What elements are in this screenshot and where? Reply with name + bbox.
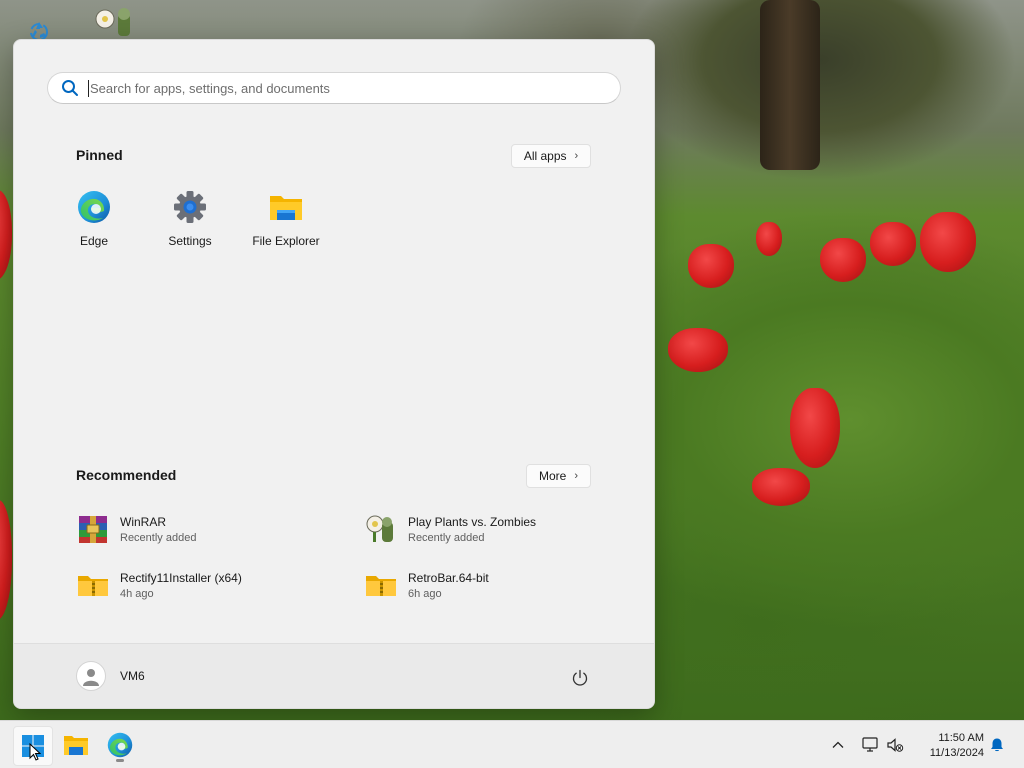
app-label: File Explorer — [252, 234, 320, 248]
folder-icon — [270, 196, 302, 220]
tulip — [870, 222, 916, 266]
user-account-button[interactable]: VM6 — [76, 661, 145, 691]
recommended-item-subtitle: 6h ago — [408, 587, 442, 600]
edge-icon — [78, 191, 110, 223]
more-button[interactable]: More › — [526, 464, 591, 488]
recommended-item-subtitle: Recently added — [120, 531, 197, 544]
notifications-button[interactable] — [985, 733, 1009, 757]
avatar — [76, 661, 106, 691]
start-menu-footer: VM6 — [14, 643, 654, 708]
tulip — [756, 222, 782, 256]
file-explorer-taskbar-button[interactable] — [57, 726, 95, 764]
zip-folder-icon — [366, 576, 396, 596]
tulip — [790, 388, 840, 468]
pinned-app-settings[interactable]: Settings — [145, 180, 235, 250]
recommended-item-winrar[interactable]: WinRAR Recently added — [76, 509, 336, 549]
search-icon — [62, 80, 78, 96]
chevron-right-icon: › — [574, 470, 578, 482]
taskbar: 11:50 AM 11/13/2024 — [0, 720, 1024, 768]
recommended-item-plants-vs-zombies[interactable]: Play Plants vs. Zombies Recently added — [364, 509, 624, 549]
recommended-title: Recommended — [76, 467, 177, 483]
start-menu: Pinned All apps › Edge — [13, 39, 655, 709]
more-label: More — [538, 469, 567, 483]
tulip — [668, 328, 728, 372]
recommended-item-name: Play Plants vs. Zombies — [408, 514, 537, 529]
volume-muted-icon — [887, 738, 904, 752]
pinned-title: Pinned — [76, 147, 123, 163]
power-icon — [572, 669, 588, 686]
start-button[interactable] — [13, 726, 53, 766]
recommended-item-subtitle: 4h ago — [120, 587, 154, 600]
mouse-cursor-icon — [29, 743, 41, 761]
clock[interactable]: 11:50 AM 11/13/2024 — [908, 729, 984, 763]
plants-vs-zombies-icon — [366, 515, 393, 542]
power-button[interactable] — [568, 666, 592, 690]
running-indicator — [116, 759, 124, 762]
tree-trunk — [760, 0, 820, 170]
chevron-right-icon: › — [574, 150, 579, 162]
user-name: VM6 — [120, 669, 145, 683]
all-apps-button[interactable]: All apps › — [511, 144, 591, 168]
bell-icon — [991, 738, 1003, 752]
app-label: Settings — [168, 234, 212, 248]
plants-vs-zombies-icon[interactable] — [92, 6, 138, 40]
clock-date: 11/13/2024 — [929, 747, 984, 759]
edge-icon — [107, 732, 133, 758]
tulip — [920, 212, 976, 272]
gear-icon — [174, 191, 206, 223]
edge-taskbar-button[interactable] — [101, 726, 139, 764]
tulip — [0, 190, 12, 280]
tulip — [688, 244, 734, 288]
zip-folder-icon — [78, 576, 108, 596]
app-label: Edge — [79, 234, 109, 248]
all-apps-label: All apps — [523, 149, 567, 163]
clock-time: 11:50 AM — [938, 732, 984, 744]
search-box[interactable] — [47, 72, 621, 104]
winrar-icon — [79, 516, 107, 543]
user-icon — [83, 669, 99, 686]
show-hidden-icons-button[interactable] — [826, 733, 850, 757]
chevron-up-icon — [832, 741, 844, 748]
tulip — [820, 238, 866, 282]
recommended-item-rectify11installer[interactable]: Rectify11Installer (x64) 4h ago — [76, 565, 336, 605]
search-input[interactable] — [88, 79, 612, 97]
network-button[interactable] — [858, 733, 882, 757]
tulip — [0, 500, 12, 620]
recommended-item-retrobar[interactable]: RetroBar.64-bit 6h ago — [364, 565, 624, 605]
recommended-item-name: Rectify11Installer (x64) — [120, 570, 242, 585]
pinned-app-file-explorer[interactable]: File Explorer — [241, 180, 331, 250]
pinned-app-edge[interactable]: Edge — [49, 180, 139, 250]
recommended-item-name: WinRAR — [120, 514, 167, 529]
tulip — [752, 468, 810, 506]
recommended-item-subtitle: Recently added — [408, 531, 485, 544]
folder-icon — [64, 736, 88, 755]
network-disconnected-icon — [862, 737, 878, 752]
recommended-item-name: RetroBar.64-bit — [408, 570, 489, 585]
volume-button[interactable] — [883, 733, 907, 757]
